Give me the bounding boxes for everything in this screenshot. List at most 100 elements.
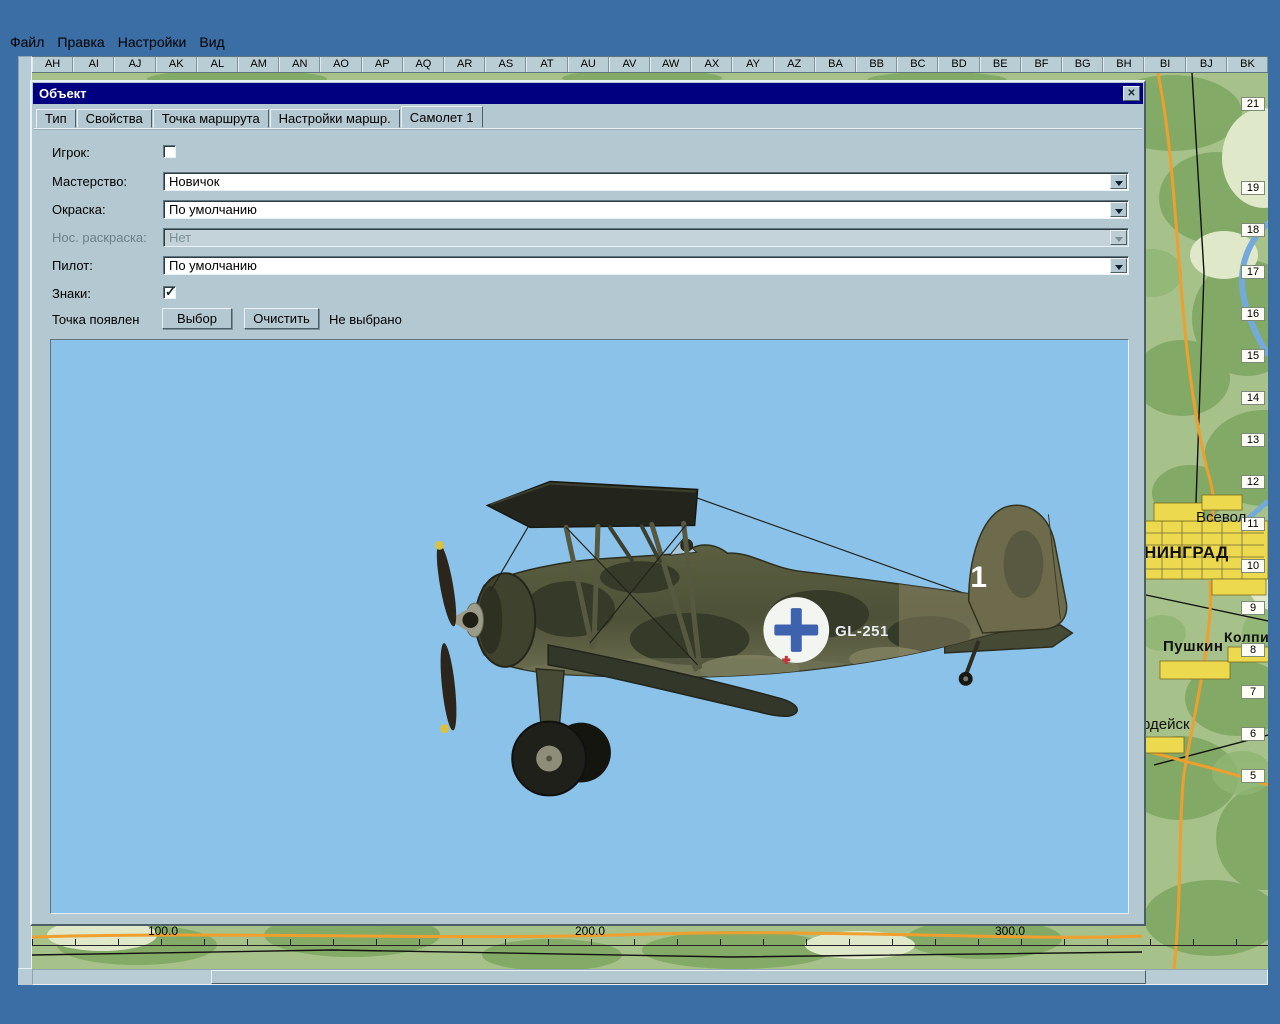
map-city-label: Пушкин: [1163, 638, 1223, 655]
map-column-header: AJ: [114, 57, 155, 72]
map-city-label: рдейск: [1142, 716, 1190, 733]
close-button[interactable]: ✕: [1123, 86, 1140, 101]
map-column-header: BJ: [1186, 57, 1227, 72]
pilot-dropdown-button[interactable]: [1110, 258, 1127, 273]
chevron-down-icon: [1115, 237, 1123, 246]
map-row-label: 16: [1241, 307, 1265, 321]
map-column-header: BC: [897, 57, 938, 72]
map-column-header: AK: [156, 57, 197, 72]
pilot-value: По умолчанию: [169, 258, 257, 273]
map-ruler-label: 200.0: [575, 924, 605, 938]
object-dialog: Объект ✕ ТипСвойстваТочка маршрутаНастро…: [30, 80, 1146, 926]
aircraft-code: GL-251: [835, 623, 889, 640]
aircraft-preview: 1: [50, 339, 1129, 914]
pilot-combobox[interactable]: По умолчанию: [163, 256, 1129, 275]
menu-bar: Файл Правка Настройки Вид: [10, 34, 225, 54]
dialog-tab-3[interactable]: Точка маршрута: [153, 109, 269, 128]
map-column-header: AX: [691, 57, 732, 72]
map-row-label: 7: [1241, 685, 1265, 699]
skin-combobox[interactable]: По умолчанию: [163, 200, 1129, 219]
map-row-label: 10: [1241, 559, 1265, 573]
map-row-label: 13: [1241, 433, 1265, 447]
dialog-tab-2[interactable]: Свойства: [77, 109, 152, 128]
dialog-tab-5[interactable]: Самолет 1: [401, 106, 483, 128]
map-column-header: AR: [444, 57, 485, 72]
skin-dropdown-button[interactable]: [1110, 202, 1127, 217]
map-column-header: AN: [279, 57, 320, 72]
skin-label: Окраска:: [52, 202, 106, 217]
map-column-header: BF: [1021, 57, 1062, 72]
map-row-label: 5: [1241, 769, 1265, 783]
map-row-label: 17: [1241, 265, 1265, 279]
dialog-title: Объект: [39, 86, 87, 101]
map-column-header: BD: [938, 57, 979, 72]
nose-art-label: Нос. раскраска:: [52, 230, 147, 245]
map-ruler-line: [32, 945, 1268, 946]
tail-number: 1: [970, 561, 987, 594]
map-column-header: AY: [732, 57, 773, 72]
map-column-header: BH: [1103, 57, 1144, 72]
map-column-header: AU: [568, 57, 609, 72]
aircraft-image: 1: [51, 340, 1128, 913]
nose-art-value: Нет: [169, 230, 191, 245]
skill-dropdown-button[interactable]: [1110, 174, 1127, 189]
map-row-label: 19: [1241, 181, 1265, 195]
check-icon: ✓: [165, 284, 176, 300]
menu-item-4[interactable]: Вид: [199, 34, 224, 54]
chevron-down-icon: [1115, 209, 1123, 218]
map-column-header: BK: [1227, 57, 1268, 72]
map-row-label: 14: [1241, 391, 1265, 405]
map-row-label: 18: [1241, 223, 1265, 237]
map-column-header: AV: [609, 57, 650, 72]
scrollbar-corner: [18, 969, 32, 985]
map-row-label: 15: [1241, 349, 1265, 363]
map-city-label: Колпи: [1224, 629, 1268, 645]
dialog-tab-1[interactable]: Тип: [36, 109, 76, 128]
clear-button[interactable]: Очистить: [244, 308, 319, 329]
map-column-header: AH: [32, 57, 73, 72]
skill-combobox[interactable]: Новичок: [163, 172, 1129, 191]
close-icon: ✕: [1127, 88, 1135, 99]
menu-item-2[interactable]: Правка: [57, 34, 104, 54]
pilot-label: Пилот:: [52, 258, 93, 273]
map-column-header: AP: [362, 57, 403, 72]
map-column-header: BE: [980, 57, 1021, 72]
map-column-headers: AHAIAJAKALAMANAOAPAQARASATAUAVAWAXAYAZBA…: [32, 56, 1268, 73]
map-column-header: AS: [485, 57, 526, 72]
horizontal-scrollbar[interactable]: [32, 969, 1268, 985]
tab-bar: ТипСвойстваТочка маршрутаНастройки маршр…: [36, 107, 484, 128]
map-column-header: AW: [650, 57, 691, 72]
markings-checkbox[interactable]: ✓: [163, 286, 176, 299]
dialog-tab-4[interactable]: Настройки маршр.: [270, 109, 400, 128]
menu-item-3[interactable]: Настройки: [118, 34, 187, 54]
chevron-down-icon: [1115, 265, 1123, 274]
player-label: Игрок:: [52, 145, 90, 160]
map-row-label: 9: [1241, 601, 1265, 615]
select-button[interactable]: Выбор: [162, 308, 232, 329]
nose-art-dropdown-button: [1110, 230, 1127, 245]
player-checkbox[interactable]: ✓: [163, 145, 176, 158]
menu-item-1[interactable]: Файл: [10, 34, 44, 54]
map-column-header: AQ: [403, 57, 444, 72]
map-city-label: НИНГРАД: [1144, 543, 1229, 563]
dialog-titlebar[interactable]: Объект ✕: [33, 83, 1143, 104]
map-column-header: BA: [815, 57, 856, 72]
map-column-header: AM: [238, 57, 279, 72]
map-row-label: 12: [1241, 475, 1265, 489]
map-column-header: BB: [856, 57, 897, 72]
map-column-header: AT: [526, 57, 567, 72]
map-row-label: 6: [1241, 727, 1265, 741]
spawn-point-label: Точка появлен: [52, 312, 139, 327]
map-column-header: AO: [320, 57, 361, 72]
map-column-header: BI: [1144, 57, 1185, 72]
tab-divider: [34, 128, 1142, 129]
skill-label: Мастерство:: [52, 174, 127, 189]
map-ruler-label: 300.0: [995, 924, 1025, 938]
scrollbar-thumb[interactable]: [211, 970, 1146, 984]
skin-value: По умолчанию: [169, 202, 257, 217]
spawn-status-text: Не выбрано: [329, 312, 402, 327]
nose-art-combobox: Нет: [163, 228, 1129, 247]
chevron-down-icon: [1115, 181, 1123, 190]
map-row-label: 8: [1241, 643, 1265, 657]
map-column-header: BG: [1062, 57, 1103, 72]
